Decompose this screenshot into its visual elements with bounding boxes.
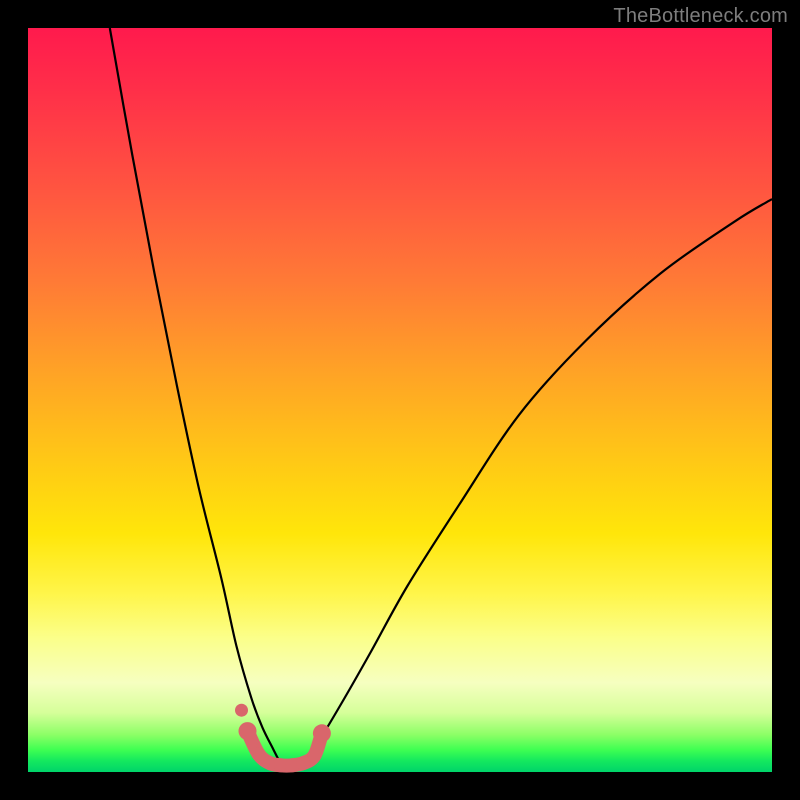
- valley-marker-dot: [252, 747, 266, 761]
- valley-marker-dot: [313, 724, 331, 742]
- valley-marker-dot: [239, 722, 257, 740]
- plot-area: [28, 28, 772, 772]
- valley-marker-outlier-dot: [235, 704, 248, 717]
- valley-marker-dot: [307, 749, 321, 763]
- watermark-text: TheBottleneck.com: [613, 5, 788, 28]
- left-branch-curve: [110, 28, 281, 765]
- chart-frame: TheBottleneck.com: [0, 0, 800, 800]
- right-branch-curve: [303, 199, 772, 765]
- valley-marker-group: [235, 704, 331, 773]
- curve-layer: [28, 28, 772, 772]
